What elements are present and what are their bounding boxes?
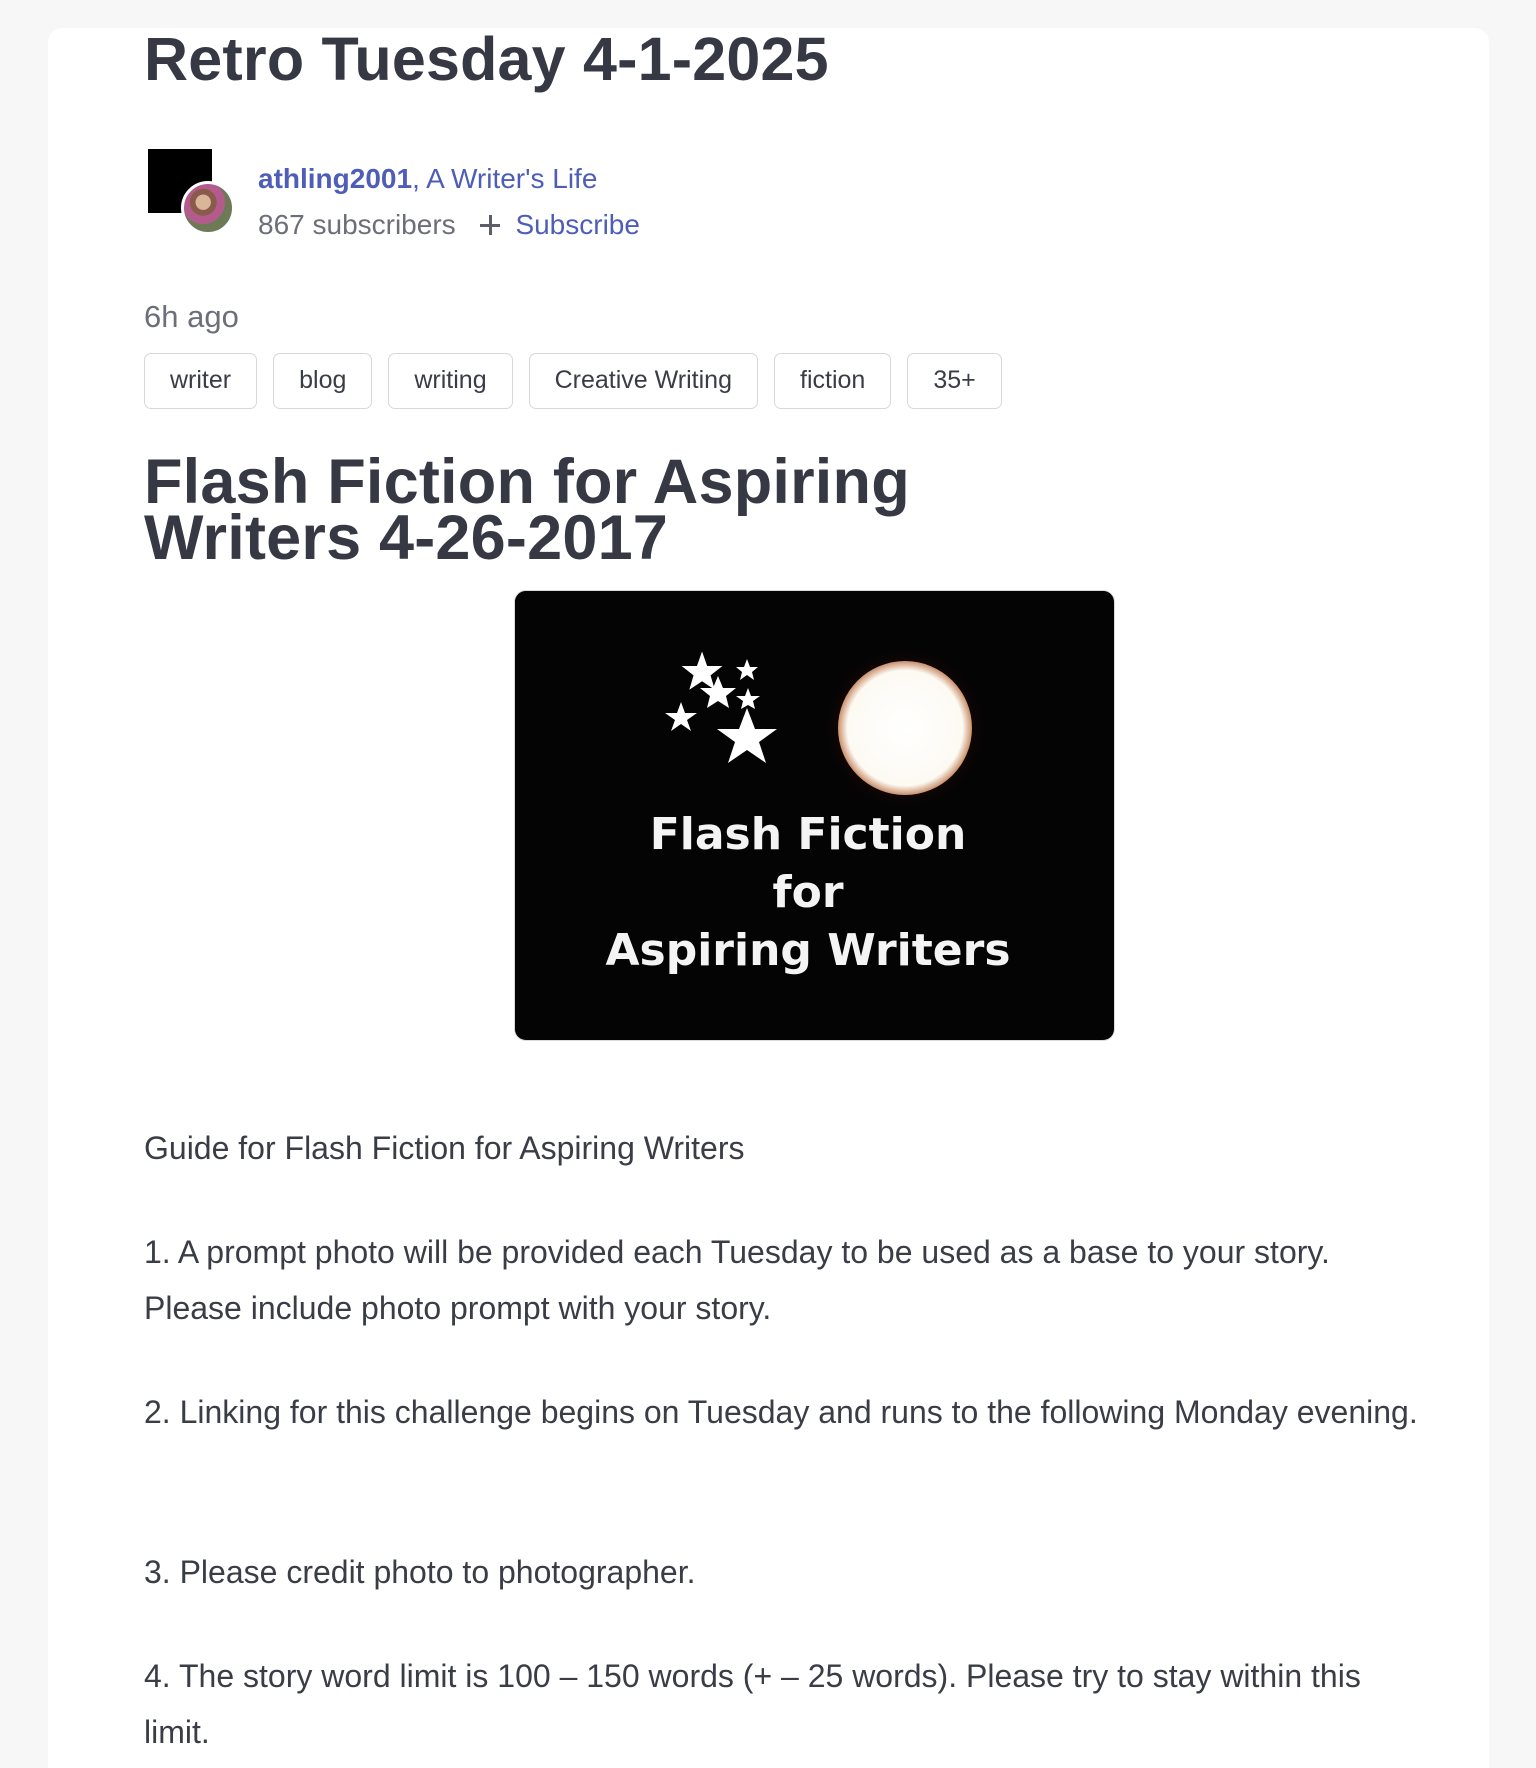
article-heading: Flash Fiction for Aspiring Writers 4-26-…	[144, 447, 910, 573]
plus-icon	[479, 214, 501, 236]
image-text-line2: for	[772, 867, 843, 918]
subscriber-count: 867 subscribers	[258, 209, 456, 240]
tag-list: writer blog writing Creative Writing fic…	[144, 353, 1002, 409]
hero-image-graphic: Flash Fiction for Aspiring Writers	[515, 591, 1113, 1039]
subscribe-label: Subscribe	[515, 209, 640, 240]
subscriber-line: 867 subscribers Subscribe	[258, 208, 640, 242]
tag-more[interactable]: 35+	[907, 353, 1002, 409]
hero-image[interactable]: Flash Fiction for Aspiring Writers	[514, 590, 1115, 1041]
post-title: Retro Tuesday 4-1-2025	[144, 25, 829, 93]
paragraph-rule-4: 4. The story word limit is 100 – 150 wor…	[144, 1658, 1361, 1750]
tag-blog[interactable]: blog	[273, 353, 373, 409]
author-avatar	[181, 181, 235, 235]
blog-name-link[interactable]: A Writer's Life	[426, 163, 597, 194]
paragraph-guide-title: Guide for Flash Fiction for Aspiring Wri…	[144, 1130, 745, 1166]
subscribe-button[interactable]: Subscribe	[479, 208, 640, 242]
tag-creative-writing[interactable]: Creative Writing	[528, 353, 758, 409]
image-text-line3: Aspiring Writers	[605, 925, 1010, 976]
tag-fiction[interactable]: fiction	[774, 353, 892, 409]
post-card: Retro Tuesday 4-1-2025 athling2001, A Wr…	[48, 25, 1489, 1768]
tag-writer[interactable]: writer	[144, 353, 258, 409]
author-line: athling2001, A Writer's Life	[258, 162, 597, 196]
author-name-link[interactable]: athling2001	[258, 163, 412, 194]
author-row: athling2001, A Writer's Life 867 subscri…	[144, 136, 1044, 240]
paragraph-rule-3: 3. Please credit photo to photographer.	[144, 1554, 696, 1590]
tag-writing[interactable]: writing	[388, 353, 513, 409]
moon-icon	[838, 661, 972, 795]
avatar[interactable]	[148, 149, 238, 239]
paragraph-rule-1: 1. A prompt photo will be provided each …	[144, 1234, 1330, 1326]
post-timestamp: 6h ago	[144, 299, 239, 334]
author-separator: ,	[412, 163, 420, 194]
image-text-line1: Flash Fiction	[650, 809, 967, 860]
paragraph-rule-2: 2. Linking for this challenge begins on …	[144, 1394, 1418, 1430]
